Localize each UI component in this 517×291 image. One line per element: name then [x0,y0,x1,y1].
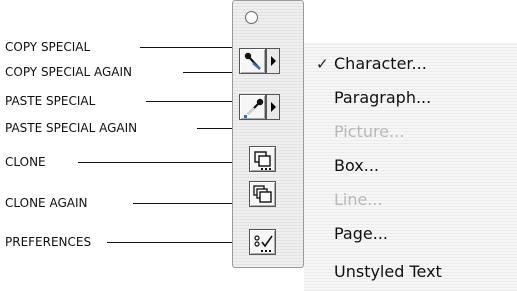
leader-paste-special [146,101,242,102]
clone-button[interactable] [249,146,276,172]
clone-again-button[interactable] [249,181,276,207]
menu-item-character[interactable]: Character... [334,55,427,73]
clone-icon [254,151,271,170]
leader-copy-special [140,47,242,48]
eyedropper-paste-icon [244,98,264,118]
label-copy-special-again: COPY SPECIAL AGAIN [5,65,133,79]
preferences-button[interactable] [249,229,276,255]
clone-again-icon [253,185,272,203]
label-paste-special: PASTE SPECIAL [5,94,96,108]
label-copy-special: COPY SPECIAL [5,40,91,54]
preferences-icon [254,235,273,252]
menu-item-box[interactable]: Box... [334,157,379,175]
paste-special-menu-arrow[interactable] [266,94,280,120]
label-clone-again: CLONE AGAIN [5,196,88,210]
leader-clone [78,162,238,163]
checkmark-icon: ✓ [316,55,329,73]
menu-item-paragraph[interactable]: Paragraph... [334,89,431,107]
paste-special-button[interactable] [239,94,266,120]
copy-special-popup-menu: ✓ Character... Paragraph... Picture... B… [304,42,517,291]
leader-clone-again [133,203,238,204]
copy-special-menu-arrow[interactable] [266,48,280,74]
menu-item-line: Line... [334,190,383,209]
menu-item-page[interactable]: Page... [334,225,388,243]
leader-preferences [107,242,238,243]
label-clone: CLONE [5,155,46,169]
eyedropper-copy-icon [244,52,261,70]
copy-special-button[interactable] [239,48,266,74]
close-box-icon[interactable] [245,11,258,24]
label-paste-special-again: PASTE SPECIAL AGAIN [5,121,138,135]
menu-item-unstyled-text[interactable]: Unstyled Text [334,263,442,281]
menu-item-picture: Picture... [334,122,405,141]
tool-palette [232,0,304,268]
label-preferences: PREFERENCES [5,235,92,249]
